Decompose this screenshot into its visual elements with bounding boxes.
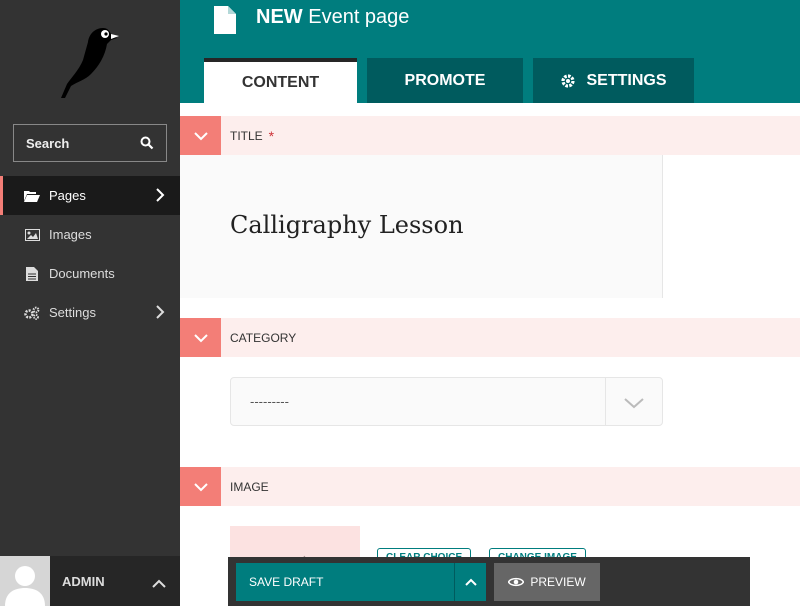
search-icon[interactable] bbox=[140, 136, 154, 150]
save-draft-button[interactable]: SAVE DRAFT bbox=[236, 563, 454, 601]
page-title-new: NEW bbox=[256, 6, 303, 28]
sidebar: Search Pages Images Documents Settings A… bbox=[0, 0, 180, 606]
tab-label: SETTINGS bbox=[586, 71, 667, 89]
section-label: IMAGE bbox=[230, 479, 269, 494]
sidebar-item-settings[interactable]: Settings bbox=[0, 293, 180, 332]
page-header: NEW Event page CONTENT PROMOTE SETTINGS bbox=[180, 0, 800, 103]
sidebar-item-label: Documents bbox=[49, 266, 115, 281]
tab-promote[interactable]: PROMOTE bbox=[367, 58, 523, 103]
preview-label: PREVIEW bbox=[530, 575, 586, 589]
tab-label: PROMOTE bbox=[404, 71, 486, 89]
chevron-down-icon bbox=[193, 131, 208, 140]
tab-label: CONTENT bbox=[241, 73, 320, 91]
sidebar-menu: Pages Images Documents Settings bbox=[0, 176, 180, 332]
collapse-toggle[interactable] bbox=[180, 318, 221, 357]
select-divider bbox=[605, 378, 606, 425]
title-section-header: TITLE * bbox=[180, 116, 800, 155]
tab-settings[interactable]: SETTINGS bbox=[533, 58, 694, 103]
title-value: Calligraphy Lesson bbox=[230, 211, 464, 239]
required-marker: * bbox=[268, 127, 275, 144]
sidebar-item-documents[interactable]: Documents bbox=[0, 254, 180, 293]
category-select[interactable]: --------- bbox=[230, 377, 663, 426]
search-label: Search bbox=[26, 135, 70, 151]
action-footer: SAVE DRAFT PREVIEW bbox=[228, 557, 750, 606]
section-label: TITLE bbox=[230, 128, 263, 143]
eye-icon bbox=[508, 577, 525, 587]
collapse-toggle[interactable] bbox=[180, 116, 221, 155]
sidebar-item-label: Settings bbox=[49, 305, 96, 320]
title-field[interactable]: Calligraphy Lesson bbox=[180, 155, 663, 298]
account-menu[interactable]: ADMIN bbox=[0, 556, 180, 606]
preview-button[interactable]: PREVIEW bbox=[494, 563, 600, 601]
select-value: --------- bbox=[250, 394, 289, 409]
save-draft-label: SAVE DRAFT bbox=[249, 575, 324, 589]
avatar bbox=[0, 556, 50, 606]
tab-content[interactable]: CONTENT bbox=[204, 58, 357, 103]
page-title: NEW Event page bbox=[256, 6, 409, 29]
image-section-header: IMAGE bbox=[180, 467, 800, 506]
search-input[interactable]: Search bbox=[13, 124, 167, 162]
sidebar-item-images[interactable]: Images bbox=[0, 215, 180, 254]
chevron-up-icon bbox=[464, 578, 477, 586]
page-icon bbox=[214, 6, 236, 34]
page-title-type: Event page bbox=[308, 6, 410, 28]
folder-open-icon bbox=[24, 189, 40, 203]
account-name: ADMIN bbox=[62, 573, 105, 589]
sidebar-item-label: Images bbox=[49, 227, 92, 242]
chevron-down-icon bbox=[193, 333, 208, 342]
chevron-down-icon bbox=[193, 482, 208, 491]
gear-icon bbox=[560, 73, 576, 89]
sidebar-item-label: Pages bbox=[49, 188, 86, 203]
document-icon bbox=[24, 266, 40, 281]
cogs-icon bbox=[24, 306, 40, 320]
sidebar-item-pages[interactable]: Pages bbox=[0, 176, 180, 215]
section-label: CATEGORY bbox=[230, 330, 297, 345]
wagtail-logo[interactable] bbox=[55, 20, 125, 100]
chevron-down-icon bbox=[623, 396, 645, 410]
chevron-right-icon bbox=[155, 188, 165, 202]
chevron-up-icon[interactable] bbox=[152, 576, 166, 588]
image-icon bbox=[24, 228, 40, 242]
collapse-toggle[interactable] bbox=[180, 467, 221, 506]
chevron-right-icon bbox=[155, 305, 165, 319]
more-actions-toggle[interactable] bbox=[454, 563, 486, 601]
category-section-header: CATEGORY bbox=[180, 318, 800, 357]
